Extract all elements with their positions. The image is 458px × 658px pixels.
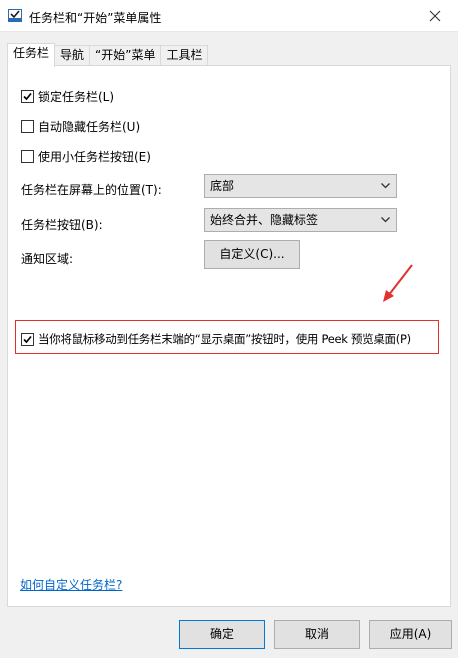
help-link[interactable]: 如何自定义任务栏? bbox=[20, 576, 122, 593]
taskbar-properties-icon bbox=[8, 9, 22, 22]
small-buttons-checkbox[interactable] bbox=[21, 150, 34, 163]
lock-taskbar-option[interactable]: 锁定任务栏(L) bbox=[21, 88, 114, 105]
tab-toolbars[interactable]: 工具栏 bbox=[160, 45, 209, 66]
peek-checkbox[interactable] bbox=[21, 332, 34, 346]
tab-start-menu[interactable]: “开始”菜单 bbox=[89, 45, 162, 66]
tab-taskbar[interactable]: 任务栏 bbox=[7, 43, 56, 67]
lock-taskbar-label: 锁定任务栏(L) bbox=[38, 90, 115, 104]
taskbar-buttons-select[interactable]: 始终合并、隐藏标签 bbox=[204, 208, 397, 232]
tab-navigation[interactable]: 导航 bbox=[54, 45, 91, 66]
peek-label: 当你将鼠标移动到任务栏末端的“显示桌面”按钮时，使用 Peek 预览桌面(P) bbox=[38, 332, 411, 346]
close-button[interactable] bbox=[412, 0, 458, 31]
checkmark-icon bbox=[23, 335, 32, 343]
auto-hide-option[interactable]: 自动隐藏任务栏(U) bbox=[21, 118, 140, 135]
small-buttons-label: 使用小任务栏按钮(E) bbox=[38, 150, 151, 164]
customize-button[interactable]: 自定义(C)... bbox=[204, 240, 300, 269]
annotation-arrow-icon bbox=[383, 264, 413, 302]
cancel-button[interactable]: 取消 bbox=[274, 620, 360, 649]
taskbar-buttons-label: 任务栏按钮(B): bbox=[21, 218, 103, 232]
window-title: 任务栏和“开始”菜单属性 bbox=[29, 11, 162, 25]
auto-hide-label: 自动隐藏任务栏(U) bbox=[38, 120, 141, 134]
notification-area-label: 通知区域: bbox=[21, 252, 74, 266]
tab-strip: 任务栏 导航 “开始”菜单 工具栏 bbox=[7, 43, 209, 67]
apply-button[interactable]: 应用(A) bbox=[369, 620, 452, 649]
chevron-down-icon bbox=[381, 217, 390, 223]
lock-taskbar-checkbox[interactable] bbox=[21, 90, 34, 103]
small-buttons-option[interactable]: 使用小任务栏按钮(E) bbox=[21, 148, 151, 165]
peek-option[interactable]: 当你将鼠标移动到任务栏末端的“显示桌面”按钮时，使用 Peek 预览桌面(P) bbox=[21, 331, 411, 347]
checkmark-icon bbox=[23, 92, 32, 101]
auto-hide-checkbox[interactable] bbox=[21, 120, 34, 133]
position-value: 底部 bbox=[210, 179, 235, 193]
chevron-down-icon bbox=[381, 183, 390, 189]
position-select[interactable]: 底部 bbox=[204, 174, 397, 198]
title-bar: 任务栏和“开始”菜单属性 bbox=[0, 0, 458, 32]
ok-button[interactable]: 确定 bbox=[179, 620, 265, 649]
close-icon bbox=[429, 10, 441, 21]
taskbar-buttons-value: 始终合并、隐藏标签 bbox=[210, 213, 319, 227]
position-label: 任务栏在屏幕上的位置(T): bbox=[21, 183, 162, 197]
